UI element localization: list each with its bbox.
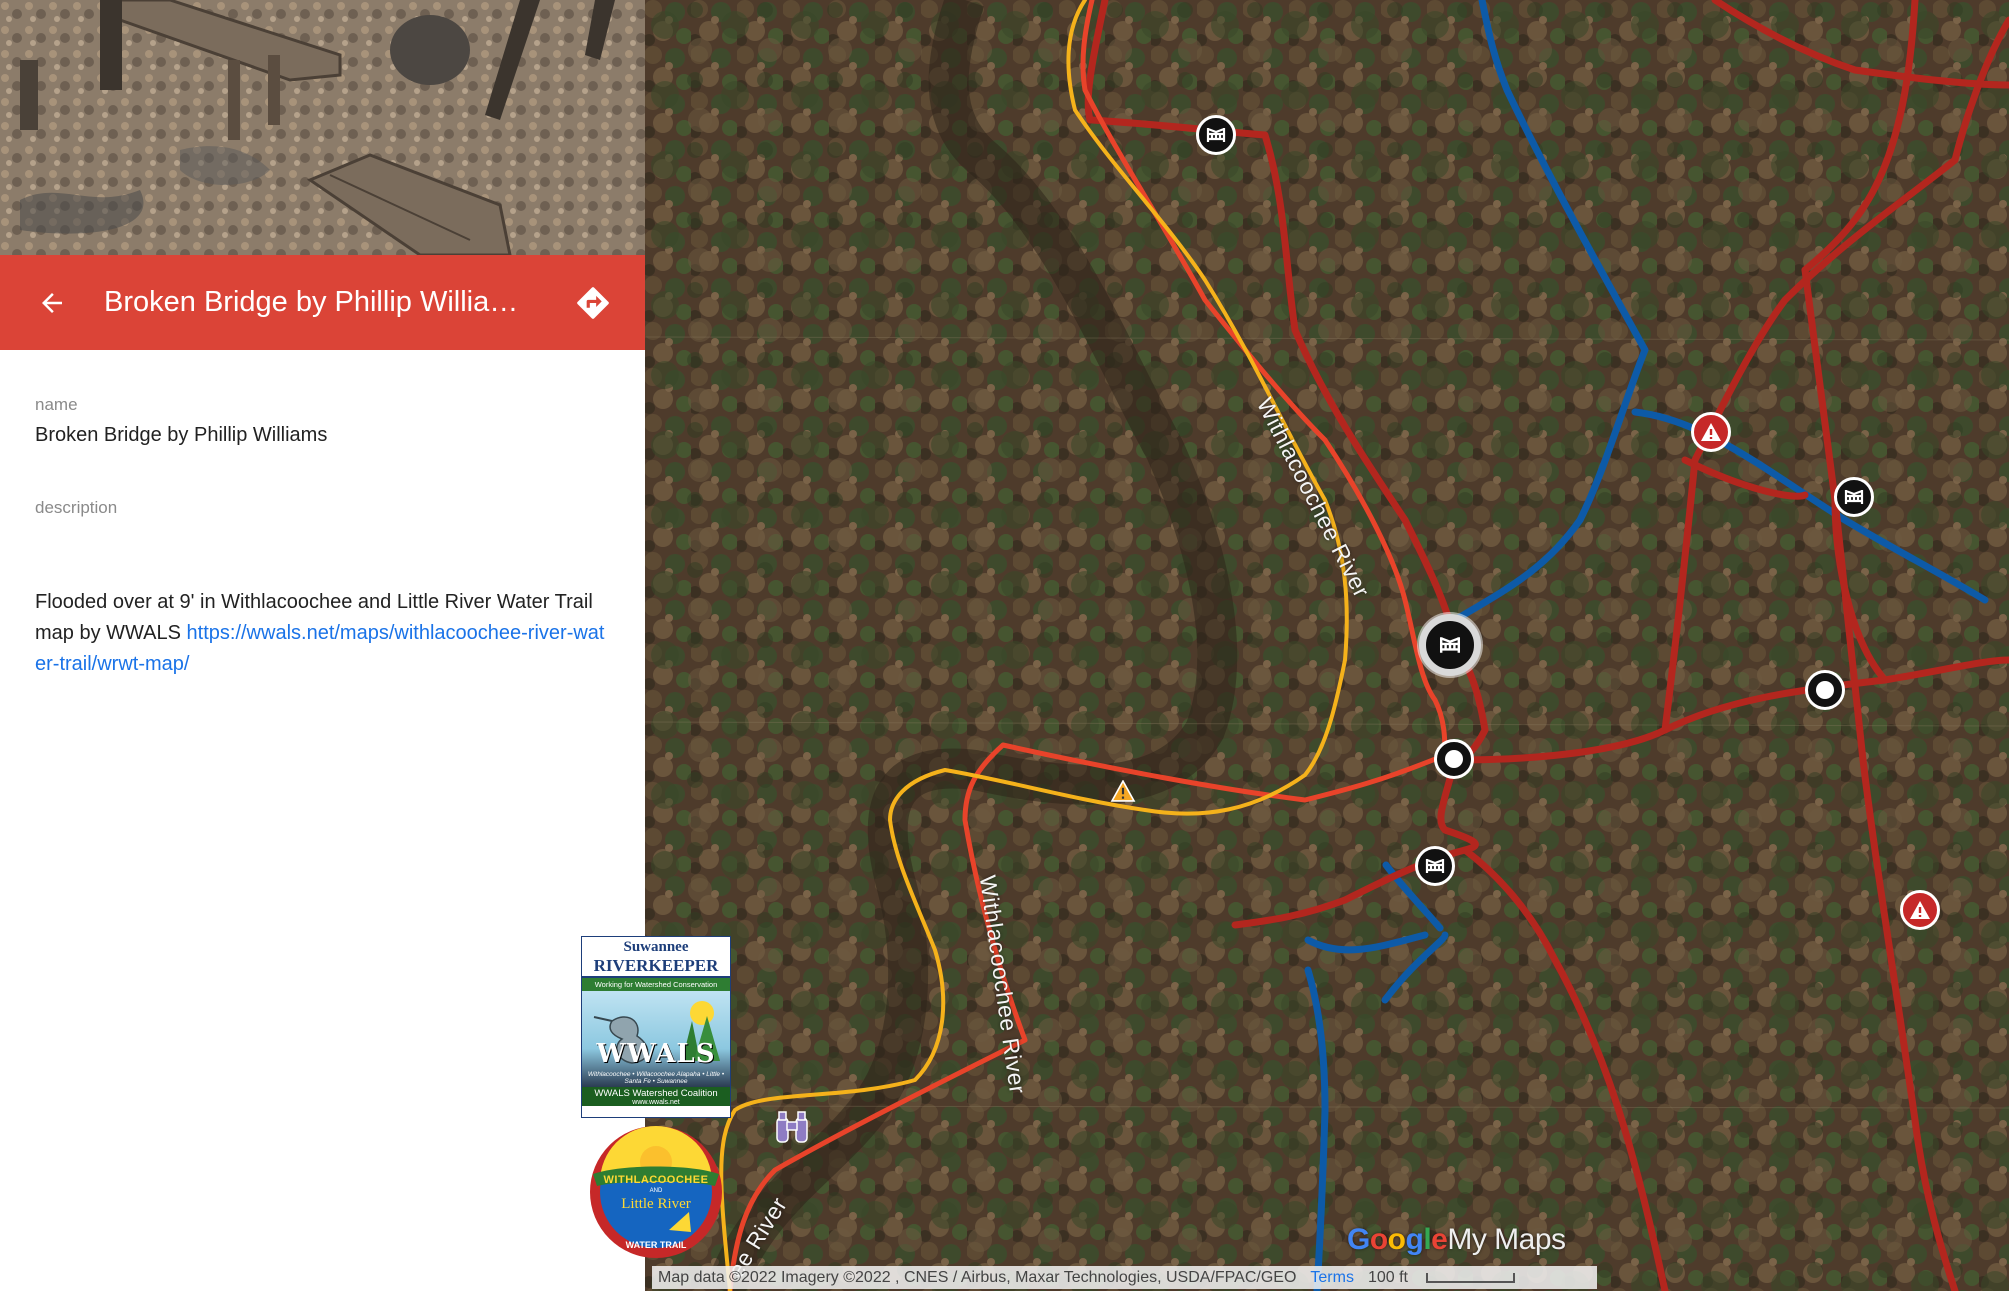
back-button[interactable] — [0, 255, 104, 350]
bridge-marker[interactable] — [1415, 846, 1455, 886]
selected-bridge-marker[interactable] — [1419, 614, 1481, 676]
trail-logo-line1: WITHLACOOCHEE — [603, 1174, 709, 1186]
bridge-icon — [1425, 858, 1445, 873]
logo-footer: WWALS Watershed Coalition www.wwals.net — [582, 1087, 730, 1106]
bridge-marker[interactable] — [1834, 477, 1874, 517]
circle-icon — [1445, 750, 1463, 768]
place-title: Broken Bridge by Phillip Willia… — [104, 286, 519, 318]
viewpoint-marker[interactable] — [770, 1108, 814, 1148]
logo-line1: Suwannee — [623, 939, 689, 955]
attribution-text: Map data ©2022 Imagery ©2022 , CNES / Ai… — [658, 1268, 1297, 1286]
description-text: Flooded over at 9' in Withlacoochee and … — [35, 587, 615, 680]
warning-icon[interactable] — [1110, 779, 1136, 807]
hazard-marker[interactable] — [1691, 412, 1731, 452]
scale-bar — [1425, 1272, 1515, 1283]
terms-link[interactable]: Terms — [1310, 1269, 1354, 1287]
wwals-logo[interactable]: Suwannee RIVERKEEPER Working for Watersh… — [581, 936, 731, 1118]
logo-line2: RIVERKEEPER — [582, 956, 730, 978]
directions-icon — [577, 286, 609, 319]
logo-tagline: Working for Watershed Conservation — [582, 978, 730, 991]
logo-name: WWALS — [596, 1039, 716, 1069]
bridge-icon — [1206, 127, 1226, 142]
binoculars-icon — [776, 1111, 808, 1143]
warning-icon — [1701, 423, 1721, 441]
name-value: Broken Bridge by Phillip Williams — [35, 424, 328, 446]
warning-icon — [1910, 901, 1930, 919]
bridge-marker[interactable] — [1196, 115, 1236, 155]
description-label: description — [35, 498, 118, 517]
directions-button[interactable] — [541, 255, 645, 350]
arrow-left-icon — [42, 292, 62, 313]
details-panel: Broken Bridge by Phillip Willia… name Br… — [0, 0, 645, 1291]
trail-logo-line2: Little River — [621, 1196, 691, 1212]
map-attribution: Map data ©2022 Imagery ©2022 , CNES / Ai… — [652, 1266, 1597, 1289]
access-point-marker[interactable] — [1434, 739, 1474, 779]
bridge-icon — [1844, 489, 1864, 504]
place-header: Broken Bridge by Phillip Willia… — [0, 255, 645, 350]
access-point-marker[interactable] — [1805, 670, 1845, 710]
satellite-imagery — [645, 0, 2009, 1291]
hazard-marker[interactable] — [1900, 890, 1940, 930]
circle-icon — [1816, 681, 1834, 699]
logo-rivers: Withlacoochee • Willacoochee Alapaha • L… — [587, 1071, 725, 1085]
logo-site: www.wwals.net — [632, 1099, 680, 1106]
trail-logo-line3: WATER TRAIL — [625, 1240, 687, 1250]
logo-art: WWALS Withlacoochee • Willacoochee Alapa… — [582, 991, 730, 1087]
photo-image — [0, 0, 645, 255]
place-photo[interactable] — [0, 0, 645, 255]
logo-coalition: WWALS Watershed Coalition — [594, 1088, 718, 1099]
trail-logo-and: AND — [649, 1188, 663, 1194]
bridge-icon — [1439, 637, 1461, 653]
name-label: name — [35, 395, 78, 414]
google-mymaps-logo: GoogleMy Maps — [1347, 1223, 1566, 1256]
water-trail-logo[interactable]: WITHLACOOCHEE AND Little River WATER TRA… — [581, 1122, 731, 1262]
scale-label: 100 ft — [1367, 1268, 1408, 1286]
map-canvas[interactable]: Withlacoochee River Withlacoochee River … — [645, 0, 2009, 1291]
